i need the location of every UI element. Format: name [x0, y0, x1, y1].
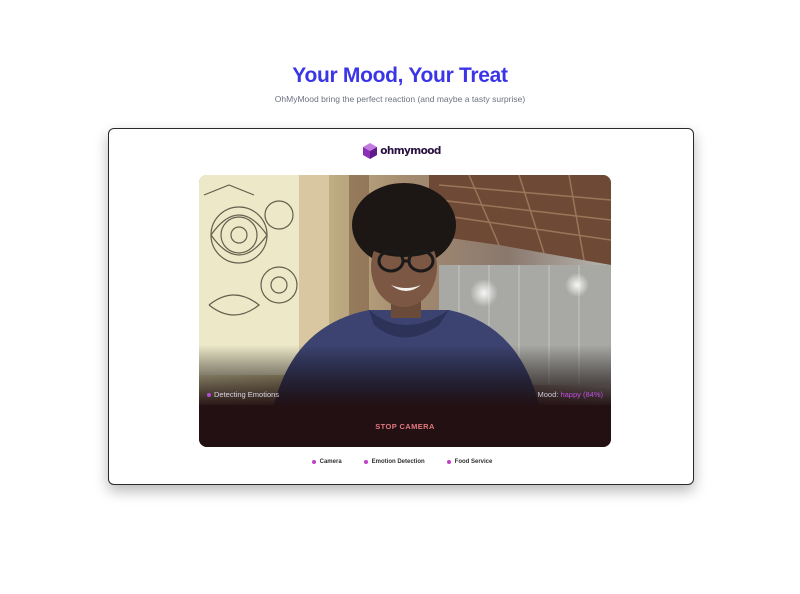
- feature-label: Camera: [319, 459, 342, 465]
- mood-label: Mood:: [537, 390, 559, 399]
- detecting-status-label: Detecting Emotions: [214, 390, 280, 399]
- feature-label: Food Service: [454, 459, 493, 465]
- page: Your Mood, Your Treat OhMyMood bring the…: [0, 0, 800, 594]
- app-logo: ohmymood: [109, 143, 695, 159]
- webcam-video-feed: [199, 175, 611, 405]
- feature-dot-icon: [363, 460, 368, 464]
- app-card: ohmymood Detecting Emotions Mood: happy …: [108, 128, 694, 485]
- logo-text: ohmymood: [380, 145, 441, 157]
- status-dot-icon: [207, 392, 211, 397]
- feature-label: Emotion Detection: [371, 459, 425, 465]
- purple-cube-icon: [363, 143, 378, 159]
- feature-dot-icon: [311, 460, 316, 464]
- stop-camera-button[interactable]: STOP CAMERA: [199, 405, 611, 447]
- mood-readout: Mood: happy (84%): [538, 390, 603, 399]
- feature-list: Camera Emotion Detection Food Service: [109, 459, 695, 465]
- mood-value: happy (84%): [560, 390, 603, 399]
- feature-emotion-detection: Emotion Detection: [363, 459, 425, 465]
- feature-dot-icon: [446, 460, 451, 464]
- feature-food-service: Food Service: [446, 459, 493, 465]
- camera-panel: Detecting Emotions Mood: happy (84%) STO…: [199, 175, 611, 447]
- detecting-status: Detecting Emotions: [207, 390, 279, 399]
- feature-camera: Camera: [311, 459, 342, 465]
- page-title: Your Mood, Your Treat: [292, 64, 508, 87]
- page-subtitle: OhMyMood bring the perfect reaction (and…: [274, 94, 526, 104]
